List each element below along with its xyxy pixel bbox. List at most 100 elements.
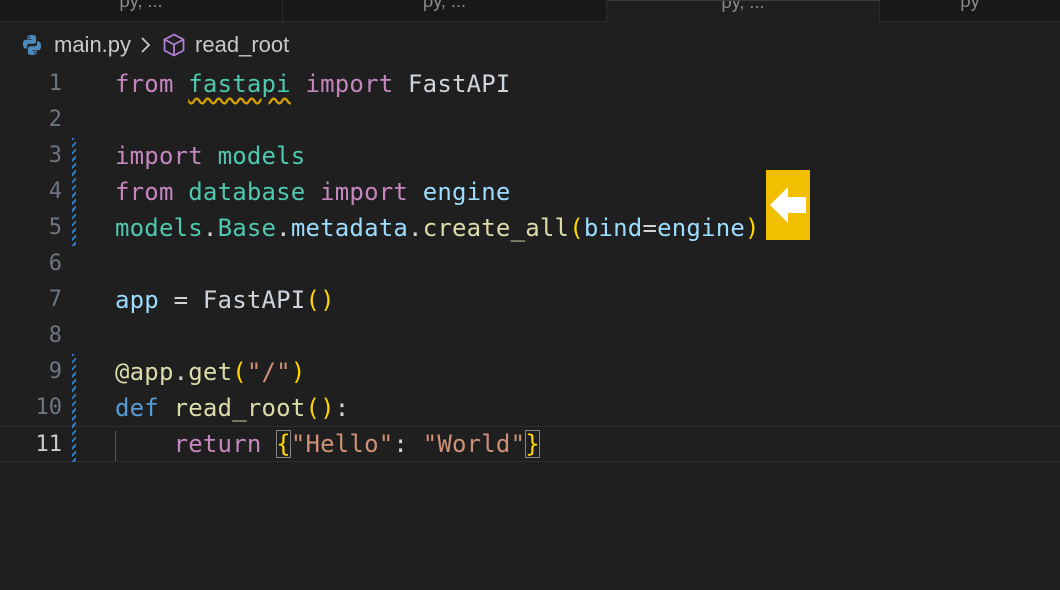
colon: :: [393, 430, 423, 458]
tab-2[interactable]: ρy, ...: [283, 0, 607, 21]
keyword: import: [305, 70, 394, 98]
paren: ): [320, 394, 335, 422]
line-number: 4: [48, 179, 62, 204]
variable: engine: [422, 178, 511, 206]
dot: .: [202, 214, 218, 242]
tab-label: ρy, ...: [721, 0, 765, 12]
code-text[interactable]: def read_root():: [115, 390, 349, 426]
decorator: @app: [115, 358, 174, 386]
line-number: 3: [48, 143, 62, 168]
breadcrumb-file[interactable]: main.py: [54, 32, 131, 58]
code-line[interactable]: 4 from database import engine: [0, 174, 1060, 210]
module-name: models: [115, 214, 203, 242]
function-name: read_root: [173, 394, 306, 422]
keyword: from: [115, 70, 174, 98]
code-text[interactable]: app = FastAPI(): [115, 282, 335, 318]
paren: (: [305, 394, 321, 422]
string: "World": [422, 430, 526, 458]
code-text[interactable]: import models: [115, 138, 305, 174]
variable: engine: [657, 214, 746, 242]
class-name: FastAPI: [393, 70, 511, 98]
modified-line-marker[interactable]: [72, 390, 76, 426]
tab-3-active[interactable]: ρy, ...: [607, 0, 880, 22]
tab-label: ρy, ...: [119, 0, 163, 11]
code-line[interactable]: 2: [0, 102, 1060, 138]
keyword: import: [320, 178, 409, 206]
code-line[interactable]: 6: [0, 246, 1060, 282]
code-line[interactable]: 9 @app.get("/"): [0, 354, 1060, 390]
code-text[interactable]: models.Base.metadata.create_all(bind=eng…: [115, 210, 760, 246]
modified-line-marker[interactable]: [72, 138, 76, 174]
variable: app: [115, 286, 159, 314]
left-arrow-icon: [770, 187, 806, 223]
function-name: create_all: [422, 214, 570, 242]
tab-label: ρy: [960, 0, 980, 11]
code-text[interactable]: from database import engine: [115, 174, 511, 210]
dot: .: [276, 214, 291, 242]
paren: (: [569, 214, 584, 242]
attribute: metadata: [290, 214, 409, 242]
annotation-marker: [766, 170, 810, 240]
keyword: def: [115, 394, 159, 422]
module-name: fastapi: [188, 70, 291, 98]
modified-line-marker[interactable]: [72, 174, 76, 210]
code-text[interactable]: @app.get("/"): [115, 354, 305, 390]
tab-1[interactable]: ρy, ...: [0, 0, 283, 21]
operator: =: [642, 214, 658, 242]
code-text[interactable]: return {"Hello": "World"}: [115, 426, 540, 462]
line-number: 7: [48, 287, 62, 312]
code-line[interactable]: 1 from fastapi import FastAPI: [0, 66, 1060, 102]
string: "Hello": [290, 430, 394, 458]
paren: (: [232, 358, 247, 386]
brace: {: [276, 430, 291, 458]
breadcrumb-symbol[interactable]: read_root: [195, 32, 289, 58]
class-name: FastAPI: [202, 286, 306, 314]
python-icon: [20, 33, 44, 57]
tab-4[interactable]: ρy: [880, 0, 1060, 21]
paren: ): [745, 214, 760, 242]
string: "/": [246, 358, 291, 386]
colon: :: [334, 394, 350, 422]
tab-label: ρy, ...: [423, 0, 466, 11]
code-text[interactable]: from fastapi import FastAPI: [115, 66, 511, 102]
code-line[interactable]: 10 def read_root():: [0, 390, 1060, 426]
paren: ): [320, 286, 335, 314]
line-number: 10: [35, 395, 63, 420]
code-line[interactable]: 3 import models: [0, 138, 1060, 174]
line-number: 8: [48, 323, 62, 348]
keyword: import: [115, 142, 203, 170]
dot: .: [173, 358, 189, 386]
module-name: database: [188, 178, 306, 206]
code-line[interactable]: 8: [0, 318, 1060, 354]
line-number: 2: [48, 107, 62, 132]
dot: .: [408, 214, 423, 242]
paren: ): [290, 358, 306, 386]
modified-line-marker[interactable]: [72, 210, 76, 246]
operator: =: [158, 286, 203, 314]
cube-icon: [161, 32, 187, 58]
modified-line-marker[interactable]: [72, 426, 76, 462]
modified-line-marker[interactable]: [72, 354, 76, 390]
line-number: 5: [48, 215, 62, 240]
code-line[interactable]: 7 app = FastAPI(): [0, 282, 1060, 318]
parameter: bind: [583, 214, 643, 242]
class-name: Base: [217, 214, 277, 242]
brace: }: [525, 430, 540, 458]
line-number: 9: [48, 359, 62, 384]
line-number: 6: [48, 251, 62, 276]
line-number: 11: [35, 432, 63, 457]
code-line[interactable]: 5 models.Base.metadata.create_all(bind=e…: [0, 210, 1060, 246]
code-line-current[interactable]: 11 return {"Hello": "World"}: [0, 426, 1060, 462]
function-name: get: [188, 358, 233, 386]
breadcrumb: main.py read_root: [20, 30, 289, 60]
keyword: return: [173, 430, 262, 458]
line-number: 1: [48, 71, 62, 96]
